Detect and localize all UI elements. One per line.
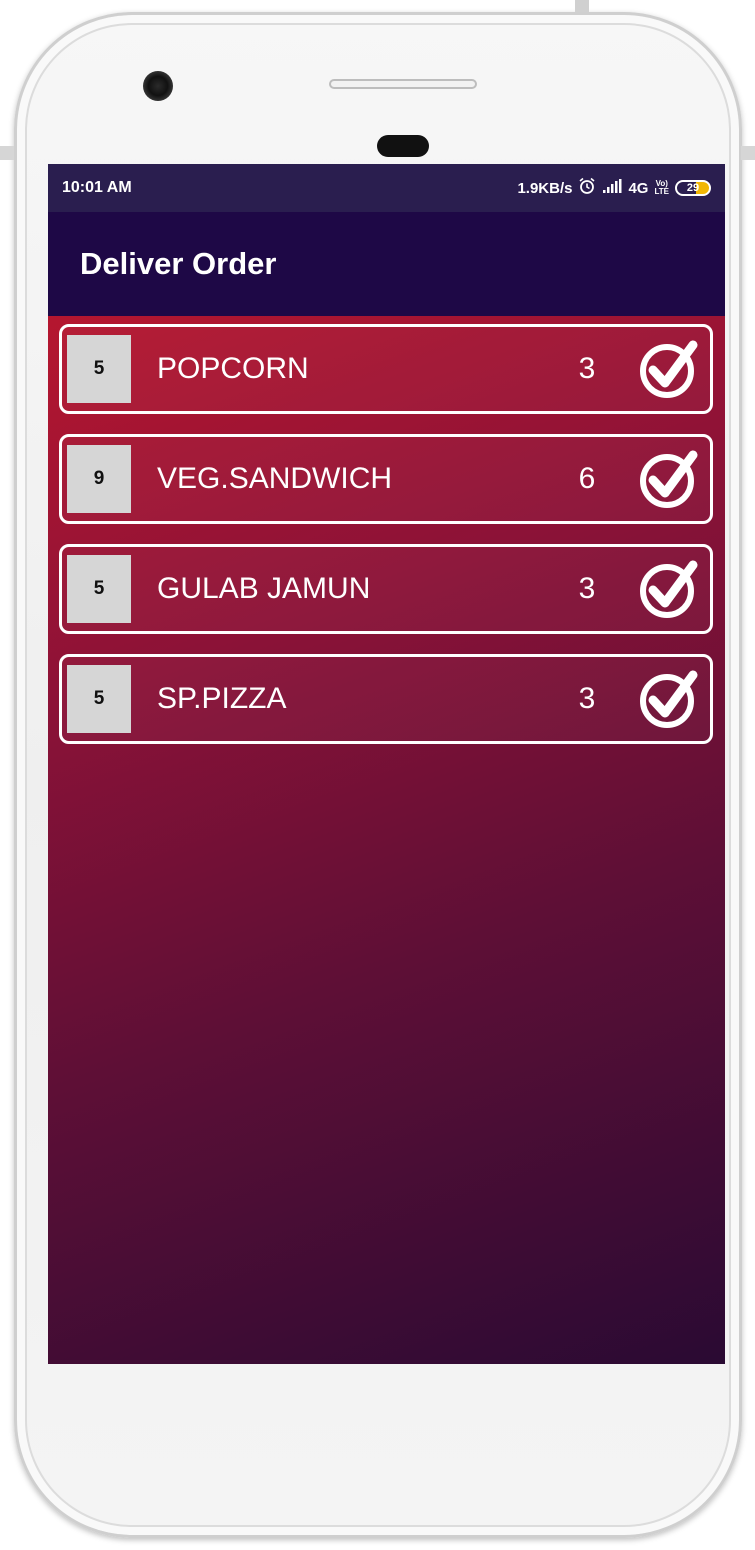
check-circle-icon — [640, 340, 698, 398]
phone-top-button — [575, 0, 589, 12]
order-item-name: SP.PIZZA — [157, 682, 287, 715]
order-quantity: 3 — [578, 572, 596, 605]
order-id: 5 — [67, 335, 131, 403]
deliver-button[interactable] — [639, 447, 699, 511]
order-list: 5 POPCORN 3 9 VEG.SANDWICH 6 5 GULAB JAM… — [59, 324, 713, 764]
order-content: 5 POPCORN 3 9 VEG.SANDWICH 6 5 GULAB JAM… — [48, 316, 725, 1364]
order-row: 5 POPCORN 3 — [59, 324, 713, 414]
phone-screen: 10:01 AM 1.9KB/s 4G Vo) LTE 29 Deliver O… — [48, 164, 725, 1364]
order-item-name: POPCORN — [157, 352, 309, 385]
phone-left-button — [0, 146, 14, 160]
check-circle-icon — [640, 670, 698, 728]
status-time: 10:01 AM — [62, 179, 132, 196]
status-icons: 1.9KB/s 4G Vo) LTE 29 — [517, 177, 711, 199]
battery-level: 29 — [686, 182, 700, 194]
order-row: 5 GULAB JAMUN 3 — [59, 544, 713, 634]
app-bar: Deliver Order — [48, 212, 725, 316]
order-quantity: 6 — [578, 462, 596, 495]
net-speed: 1.9KB/s — [517, 179, 573, 197]
volte-bottom: LTE — [654, 187, 669, 196]
order-id: 9 — [67, 445, 131, 513]
order-quantity: 3 — [578, 352, 596, 385]
order-item-name: GULAB JAMUN — [157, 572, 371, 605]
signal-icon — [602, 179, 622, 197]
order-item-name: VEG.SANDWICH — [157, 462, 393, 495]
deliver-button[interactable] — [639, 337, 699, 401]
order-id: 5 — [67, 555, 131, 623]
phone-right-button — [741, 146, 755, 160]
deliver-button[interactable] — [639, 557, 699, 621]
alarm-icon — [578, 177, 596, 199]
page-title: Deliver Order — [80, 246, 277, 281]
order-row: 5 SP.PIZZA 3 — [59, 654, 713, 744]
check-circle-icon — [640, 450, 698, 508]
network-type: 4G — [628, 179, 649, 197]
order-id: 5 — [67, 665, 131, 733]
deliver-button[interactable] — [639, 667, 699, 731]
front-camera — [143, 71, 173, 101]
volte-indicator: Vo) LTE — [654, 180, 669, 196]
proximity-sensor — [377, 135, 429, 157]
order-quantity: 3 — [578, 682, 596, 715]
order-row: 9 VEG.SANDWICH 6 — [59, 434, 713, 524]
check-circle-icon — [640, 560, 698, 618]
battery-icon: 29 — [675, 180, 711, 196]
status-bar: 10:01 AM 1.9KB/s 4G Vo) LTE 29 — [48, 164, 725, 212]
earpiece-speaker — [329, 79, 477, 89]
